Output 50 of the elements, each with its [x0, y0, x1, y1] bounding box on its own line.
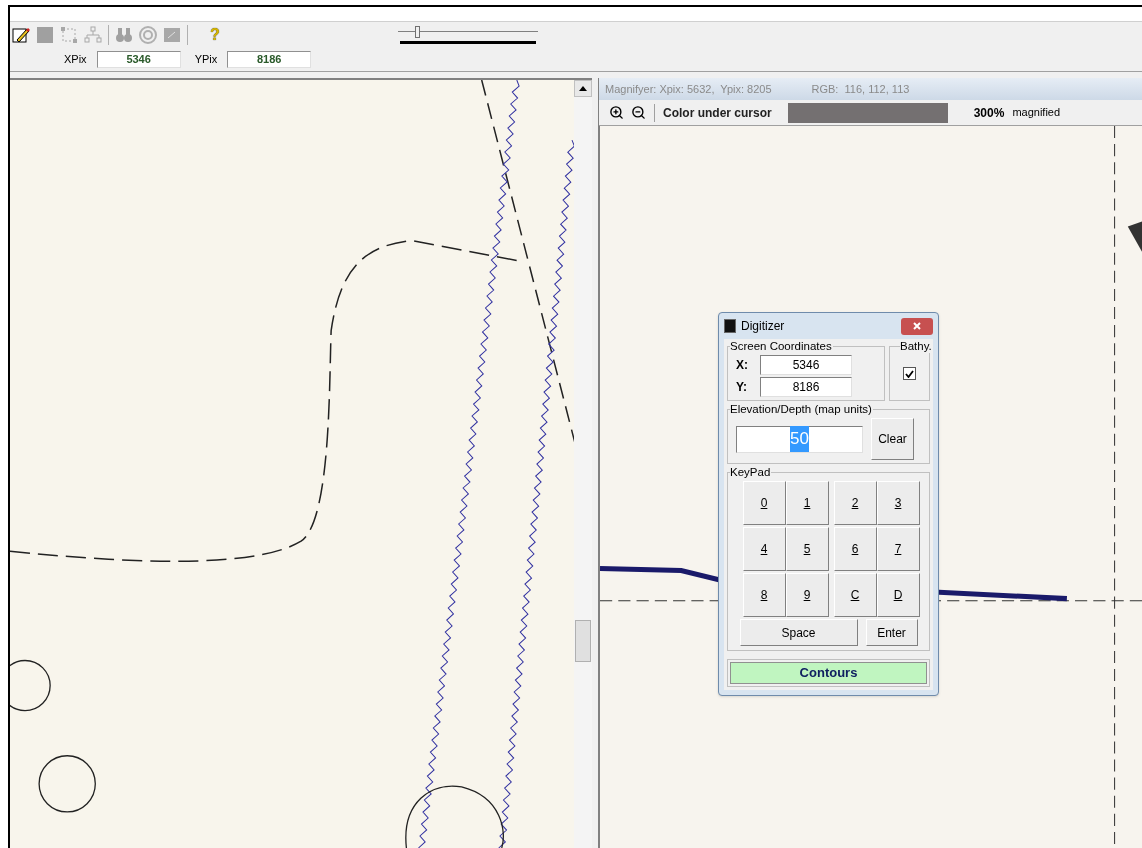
zoom-percent: 300% — [973, 104, 1005, 122]
color-under-cursor-label: Color under cursor — [663, 104, 772, 122]
square-icon[interactable] — [36, 26, 54, 44]
coordinate-field: 5346 — [96, 51, 181, 68]
clear-button[interactable]: Clear — [871, 418, 914, 460]
scroll-up-button[interactable] — [574, 80, 592, 97]
zoom-slider[interactable] — [397, 25, 538, 45]
coordinate-label: XPix — [64, 52, 87, 68]
zoom-in-icon[interactable] — [609, 105, 624, 120]
space-button[interactable]: Space — [739, 619, 858, 646]
keypad-key[interactable]: 8 — [742, 573, 786, 617]
keypad-key[interactable]: 7 — [876, 527, 920, 571]
keypad-key[interactable]: 0 — [742, 481, 786, 525]
close-button[interactable] — [901, 317, 933, 335]
coordinate-field[interactable]: 5346 — [760, 355, 852, 375]
keypad-key[interactable]: 3 — [876, 481, 920, 525]
dialog-title: Digitizer — [741, 318, 786, 335]
binoculars-icon[interactable] — [115, 26, 133, 44]
field-label: Y: — [736, 379, 749, 396]
scrollbar[interactable] — [574, 80, 592, 848]
close-icon — [913, 322, 921, 330]
keypad-key[interactable]: 9 — [785, 573, 829, 617]
group-label: Elevation/Depth (map units) — [730, 402, 873, 416]
keypad-key[interactable]: C — [833, 573, 877, 617]
enter-button[interactable]: Enter — [865, 619, 918, 646]
coordinate-field[interactable]: 8186 — [760, 377, 852, 397]
coordinate-label: YPix — [194, 52, 218, 68]
mode-status: Contours — [730, 662, 927, 684]
keypad-key[interactable]: 4 — [742, 527, 786, 571]
zoom-out-icon[interactable] — [631, 105, 646, 120]
keypad-key[interactable]: 5 — [785, 527, 829, 571]
group-label: Bathy. — [900, 339, 933, 353]
app-icon — [724, 319, 736, 333]
group-label: KeyPad — [730, 465, 772, 479]
group-label: Screen Coordinates — [730, 339, 833, 353]
coordinate-field: 8186 — [227, 51, 312, 68]
field-label: X: — [736, 357, 749, 374]
keypad-key[interactable]: D — [876, 573, 920, 617]
slider-thumb[interactable] — [414, 26, 420, 38]
keypad-key[interactable]: 2 — [833, 481, 877, 525]
pencil-icon[interactable] — [12, 26, 30, 44]
magnifier-position: Magnifyer: Xpix: 5632, Ypix: 8205 — [605, 81, 772, 97]
up-arrow-icon — [579, 86, 587, 91]
scroll-thumb[interactable] — [575, 620, 591, 662]
rgb-reading: RGB: 116, 112, 113 — [811, 81, 910, 97]
zoom-label: magnified — [1012, 105, 1061, 121]
check-icon — [905, 369, 914, 378]
keypad-key[interactable]: 1 — [785, 481, 829, 525]
keypad-key[interactable]: 6 — [833, 527, 877, 571]
bathy-checkbox[interactable] — [903, 367, 916, 380]
